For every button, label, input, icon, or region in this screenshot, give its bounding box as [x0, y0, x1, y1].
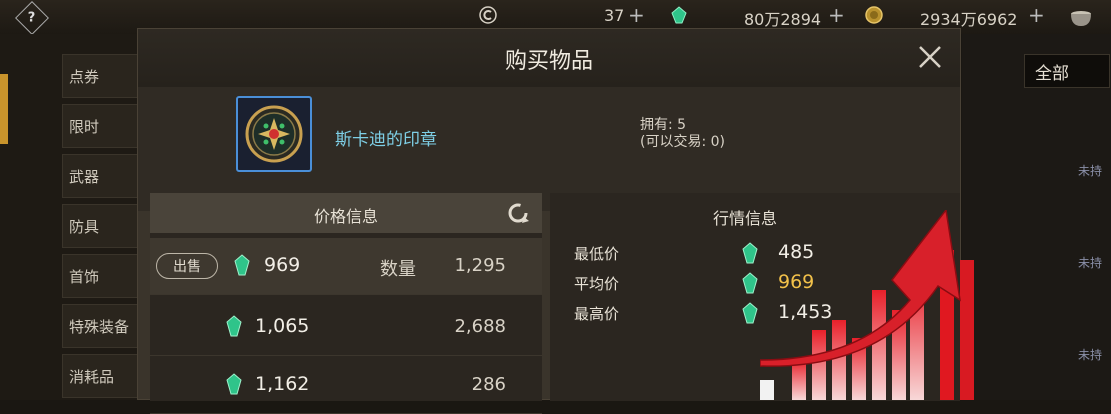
row-quantity: 286 [471, 374, 506, 395]
seal-medallion-icon [236, 96, 312, 172]
gold-coin-icon [865, 6, 883, 24]
rising-trend-arrow-icon [760, 210, 974, 400]
price-row[interactable]: 1,065 2,688 [150, 299, 542, 356]
item-name: 斯卡迪的印章 [335, 130, 437, 150]
untraded-label: 未持 [1078, 256, 1103, 270]
average-price-label: 平均价 [574, 275, 620, 293]
dialog-title: 购买物品 [504, 49, 593, 74]
gem-icon [226, 373, 242, 395]
owned-line: 拥有: 5 [640, 117, 687, 133]
row-price: 1,162 [255, 373, 310, 395]
price-info-panel: 价格信息 出售 969 数量 1,295 1,065 2,688 1,162 2… [150, 193, 542, 414]
untraded-label: 未持 [1078, 348, 1103, 362]
highest-price-label: 最高价 [574, 305, 620, 323]
price-row[interactable]: 1,162 286 [150, 357, 542, 414]
lowest-price-label: 最低价 [574, 245, 620, 263]
sidebar-item-accessory[interactable]: 首饰 [62, 254, 138, 298]
row-price: 969 [264, 254, 301, 276]
sidebar-item-coupon[interactable]: 点券 [62, 54, 138, 98]
gem-icon [234, 254, 250, 276]
price-info-title: 价格信息 [313, 207, 378, 226]
currency-1-value: 37 [604, 6, 625, 25]
gem-icon [742, 302, 758, 324]
sidebar-item-weapon[interactable]: 武器 [62, 154, 138, 198]
untraded-label: 未持 [1078, 164, 1103, 178]
quantity-label: 数量 [380, 259, 416, 280]
price-row[interactable]: 出售 969 数量 1,295 [150, 238, 542, 295]
sidebar-item-special-gear[interactable]: 特殊装备 [62, 304, 138, 348]
currency-2-value: 80万2894 [744, 10, 822, 29]
coin-c-icon [479, 6, 497, 24]
add-currency-3-button[interactable]: + [1028, 3, 1045, 27]
sell-button[interactable]: 出售 [156, 253, 218, 279]
row-quantity: 1,295 [454, 255, 506, 276]
refresh-icon[interactable] [506, 201, 530, 225]
close-icon[interactable] [914, 41, 946, 73]
tradable-line: (可以交易: 0) [640, 134, 725, 150]
sidebar-item-consumable[interactable]: 消耗品 [62, 354, 138, 398]
help-button[interactable]: ? [15, 1, 49, 35]
gem-icon [671, 6, 687, 24]
cauldron-icon[interactable] [1068, 6, 1094, 28]
dialog-header: 购买物品 [138, 29, 960, 88]
filter-dropdown[interactable]: 全部 [1024, 54, 1110, 88]
sidebar-accent [0, 74, 8, 144]
add-currency-2-button[interactable]: + [828, 3, 845, 27]
row-quantity: 2,688 [454, 316, 506, 337]
gem-icon [742, 242, 758, 264]
add-currency-1-button[interactable]: + [628, 3, 645, 27]
currency-3-value: 2934万6962 [920, 10, 1018, 29]
sidebar-item-limited[interactable]: 限时 [62, 104, 138, 148]
owned-count: 拥有: 5 (可以交易: 0) [640, 117, 725, 151]
sidebar-item-armor[interactable]: 防具 [62, 204, 138, 248]
gem-icon [742, 272, 758, 294]
price-info-header: 价格信息 [150, 193, 542, 233]
help-icon: ? [28, 10, 36, 26]
row-price: 1,065 [255, 315, 310, 337]
gem-icon [226, 315, 242, 337]
